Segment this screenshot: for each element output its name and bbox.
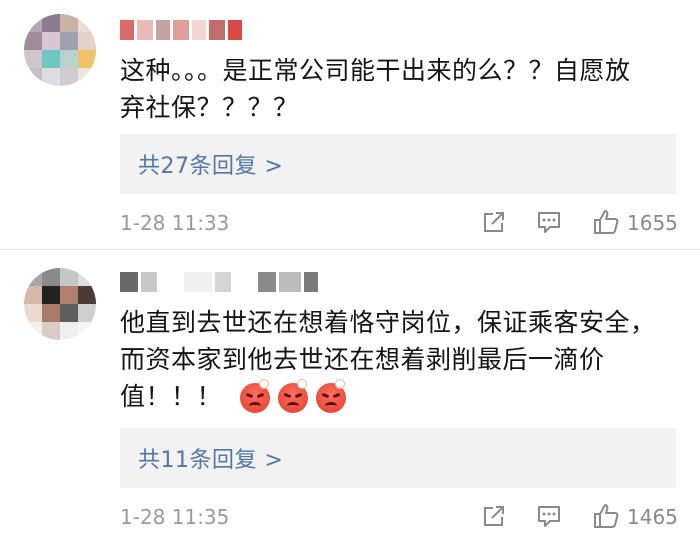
emoji-row [240, 380, 347, 413]
comment-text-line: 值！！！ [120, 382, 223, 411]
view-replies-link[interactable]: 共11条回复 > [138, 442, 283, 474]
avatar-pixel [78, 286, 96, 304]
username-blur-block [184, 272, 212, 292]
view-replies-link[interactable]: 共27条回复 > [138, 148, 283, 180]
username-blur-block [215, 272, 231, 292]
avatar-pixel [24, 268, 42, 286]
username-blur-block [120, 20, 134, 40]
comment-meta: 1-28 11:35 1465 [120, 502, 680, 532]
avatar-pixel [24, 68, 42, 86]
username-blur-block [258, 272, 276, 292]
comment-icon[interactable] [535, 208, 563, 236]
avatar[interactable] [24, 14, 96, 86]
comment-timestamp: 1-28 11:33 [120, 211, 230, 235]
avatar-pixel [60, 14, 78, 32]
username-blur-block [156, 20, 170, 40]
comment-card: 他直到去世还在想着恪守岗位，保证乘客安全， 而资本家到他去世还在想着剥削最后一滴… [0, 250, 700, 544]
username-blur-block [209, 20, 225, 40]
angry-face-icon [278, 380, 309, 413]
avatar-pixel [78, 68, 96, 86]
angry-face-icon [316, 380, 347, 413]
avatar-pixel [78, 32, 96, 50]
thumbs-up-icon[interactable] [592, 208, 620, 236]
avatar-pixel [42, 32, 60, 50]
username-blur-block [173, 20, 189, 40]
avatar-pixel [60, 50, 78, 68]
avatar-pixel [42, 68, 60, 86]
avatar-pixel [78, 14, 96, 32]
replies-box[interactable]: 共11条回复 > [120, 428, 676, 488]
angry-face-icon [240, 380, 271, 413]
replies-box[interactable]: 共27条回复 > [120, 134, 676, 194]
username-blur-block [192, 20, 206, 40]
username-blur-block [304, 272, 318, 292]
comment-text-line: 他直到去世还在想着恪守岗位，保证乘客安全， [120, 308, 656, 337]
username-blur-block [228, 20, 242, 40]
comment-timestamp: 1-28 11:35 [120, 505, 230, 529]
avatar-pixel [60, 286, 78, 304]
username-blurred[interactable] [120, 272, 318, 292]
avatar-pixel [42, 268, 60, 286]
avatar[interactable] [24, 268, 96, 340]
avatar-pixel [42, 304, 60, 322]
like-count: 1465 [627, 505, 678, 529]
avatar-pixel [24, 304, 42, 322]
comment-meta: 1-28 11:33 1655 [120, 208, 680, 238]
comment-text-line: 这种。。。是正常公司能干出来的么？？自愿放 [120, 56, 631, 85]
comment-card: 这种。。。是正常公司能干出来的么？？自愿放 弃社保？？？？ 共27条回复 > 1… [0, 0, 700, 250]
avatar-pixel [24, 32, 42, 50]
share-icon[interactable] [480, 208, 508, 236]
avatar-pixel [42, 14, 60, 32]
avatar-pixel [60, 32, 78, 50]
like-count: 1655 [627, 211, 678, 235]
comment-text: 他直到去世还在想着恪守岗位，保证乘客安全， 而资本家到他去世还在想着剥削最后一滴… [120, 304, 656, 415]
username-blur-block [279, 272, 301, 292]
username-blur-block [137, 20, 153, 40]
username-blur-block [120, 272, 138, 292]
comment-icon[interactable] [535, 502, 563, 530]
avatar-pixel [24, 14, 42, 32]
avatar-pixel [78, 322, 96, 340]
avatar-pixel [24, 286, 42, 304]
avatar-pixel [24, 322, 42, 340]
avatar-pixel [60, 304, 78, 322]
avatar-pixel [60, 322, 78, 340]
avatar-pixel [78, 268, 96, 286]
username-blur-block [141, 272, 157, 292]
comment-text: 这种。。。是正常公司能干出来的么？？自愿放 弃社保？？？？ [120, 52, 631, 126]
avatar-pixel [78, 50, 96, 68]
avatar-pixel [60, 68, 78, 86]
avatar-pixel [42, 50, 60, 68]
avatar-pixel [60, 268, 78, 286]
avatar-pixel [42, 286, 60, 304]
thumbs-up-icon[interactable] [592, 502, 620, 530]
share-icon[interactable] [480, 502, 508, 530]
comment-text-line: 弃社保？？？？ [120, 93, 299, 122]
avatar-pixel [78, 304, 96, 322]
avatar-pixel [42, 322, 60, 340]
comment-text-line: 而资本家到他去世还在想着剥削最后一滴价 [120, 345, 605, 374]
username-blurred[interactable] [120, 20, 242, 40]
avatar-pixel [24, 50, 42, 68]
